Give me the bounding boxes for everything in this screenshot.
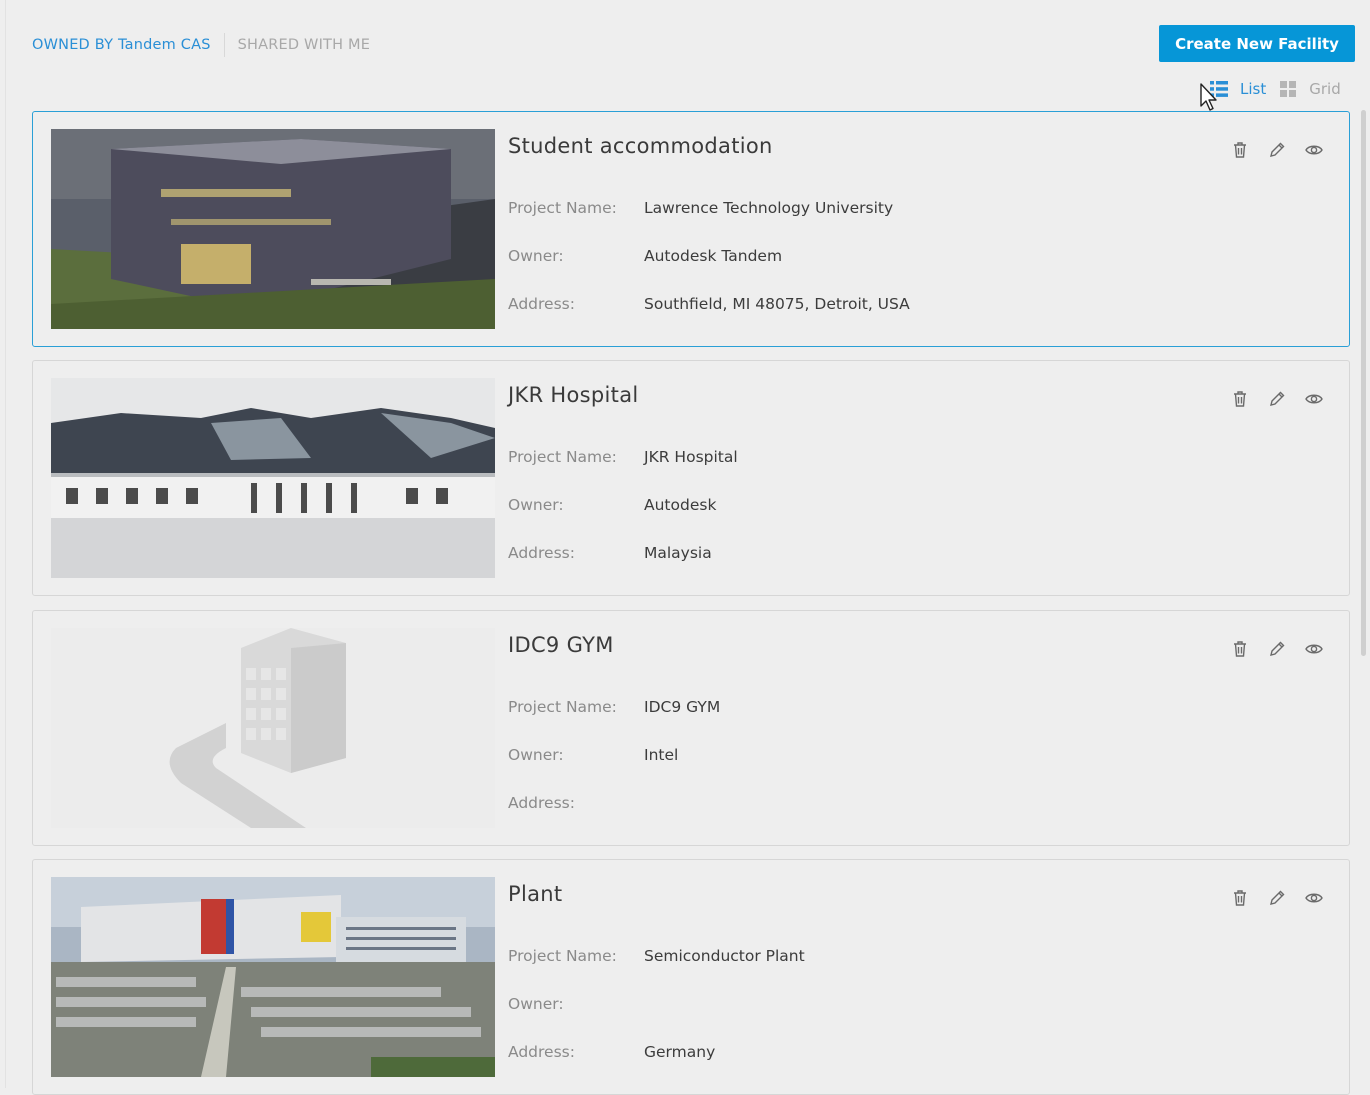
edit-pencil-icon[interactable] <box>1268 640 1286 658</box>
owner-label: Owner: <box>508 746 564 764</box>
mouse-cursor-icon <box>1200 83 1217 111</box>
card-actions <box>1231 390 1323 408</box>
view-eye-icon[interactable] <box>1305 390 1323 408</box>
tab-owned-by[interactable]: OWNED BY Tandem CAS <box>32 37 211 53</box>
create-new-facility-button[interactable]: Create New Facility <box>1159 25 1355 62</box>
facility-card[interactable]: IDC9 GYM Project Name: IDC9 GYM Owner: Int… <box>32 610 1350 846</box>
owner-value: Intel <box>644 746 679 764</box>
delete-icon[interactable] <box>1231 141 1249 159</box>
project-name-value: Semiconductor Plant <box>644 947 805 965</box>
owner-row: Owner: <box>508 995 644 1013</box>
ownership-tabs: OWNED BY Tandem CAS SHARED WITH ME <box>32 33 370 57</box>
view-toggle: List Grid <box>1210 80 1341 98</box>
owner-label: Owner: <box>508 995 564 1013</box>
address-label: Address: <box>508 544 575 562</box>
card-actions <box>1231 889 1323 907</box>
facility-card[interactable]: Student accommodation Project Name: Lawre… <box>32 111 1350 347</box>
tab-divider <box>223 33 225 57</box>
delete-icon[interactable] <box>1231 640 1249 658</box>
address-row: Address: Germany <box>508 1043 715 1061</box>
project-name-label: Project Name: <box>508 199 617 217</box>
facility-title[interactable]: JKR Hospital <box>508 383 639 407</box>
facility-card[interactable]: Plant Project Name: Semiconductor Plant O… <box>32 859 1350 1095</box>
owner-row: Owner: Autodesk Tandem <box>508 247 782 265</box>
card-actions <box>1231 141 1323 159</box>
project-name-row: Project Name: Semiconductor Plant <box>508 947 805 965</box>
tab-shared-with-me[interactable]: SHARED WITH ME <box>238 37 371 53</box>
owner-value: Autodesk Tandem <box>644 247 783 265</box>
view-eye-icon[interactable] <box>1305 889 1323 907</box>
project-name-label: Project Name: <box>508 947 617 965</box>
list-view-button[interactable]: List <box>1240 80 1266 98</box>
facility-thumbnail <box>51 378 495 578</box>
facility-title[interactable]: IDC9 GYM <box>508 633 614 657</box>
owner-row: Owner: Autodesk <box>508 496 716 514</box>
project-name-row: Project Name: Lawrence Technology Univers… <box>508 199 893 217</box>
facility-card[interactable]: JKR Hospital Project Name: JKR Hospital O… <box>32 360 1350 596</box>
delete-icon[interactable] <box>1231 889 1249 907</box>
address-label: Address: <box>508 1043 575 1061</box>
project-name-label: Project Name: <box>508 698 617 716</box>
address-value: Southfield, MI 48075, Detroit, USA <box>644 295 910 313</box>
address-row: Address: Southfield, MI 48075, Detroit, U… <box>508 295 910 313</box>
view-eye-icon[interactable] <box>1305 640 1323 658</box>
facility-thumbnail <box>51 877 495 1077</box>
project-name-row: Project Name: IDC9 GYM <box>508 698 720 716</box>
project-name-value: Lawrence Technology University <box>644 199 894 217</box>
project-name-label: Project Name: <box>508 448 617 466</box>
address-label: Address: <box>508 794 575 812</box>
edit-pencil-icon[interactable] <box>1268 390 1286 408</box>
owner-value: Autodesk <box>644 496 717 514</box>
project-name-value: IDC9 GYM <box>644 698 721 716</box>
address-label: Address: <box>508 295 575 313</box>
view-eye-icon[interactable] <box>1305 141 1323 159</box>
address-row: Address: Malaysia <box>508 544 712 562</box>
facility-title[interactable]: Plant <box>508 882 562 906</box>
edit-pencil-icon[interactable] <box>1268 889 1286 907</box>
grid-view-icon[interactable] <box>1280 81 1297 97</box>
card-actions <box>1231 640 1323 658</box>
facility-placeholder-thumbnail <box>51 628 495 828</box>
owner-label: Owner: <box>508 496 564 514</box>
project-name-value: JKR Hospital <box>644 448 738 466</box>
address-value: Malaysia <box>644 544 712 562</box>
owner-label: Owner: <box>508 247 564 265</box>
edit-pencil-icon[interactable] <box>1268 141 1286 159</box>
scrollbar-thumb[interactable] <box>1361 110 1366 656</box>
address-value: Germany <box>644 1043 716 1061</box>
facility-title[interactable]: Student accommodation <box>508 134 773 158</box>
facility-thumbnail <box>51 129 495 329</box>
project-name-row: Project Name: JKR Hospital <box>508 448 738 466</box>
owner-row: Owner: Intel <box>508 746 678 764</box>
address-row: Address: <box>508 794 644 812</box>
delete-icon[interactable] <box>1231 390 1249 408</box>
grid-view-button[interactable]: Grid <box>1309 80 1340 98</box>
